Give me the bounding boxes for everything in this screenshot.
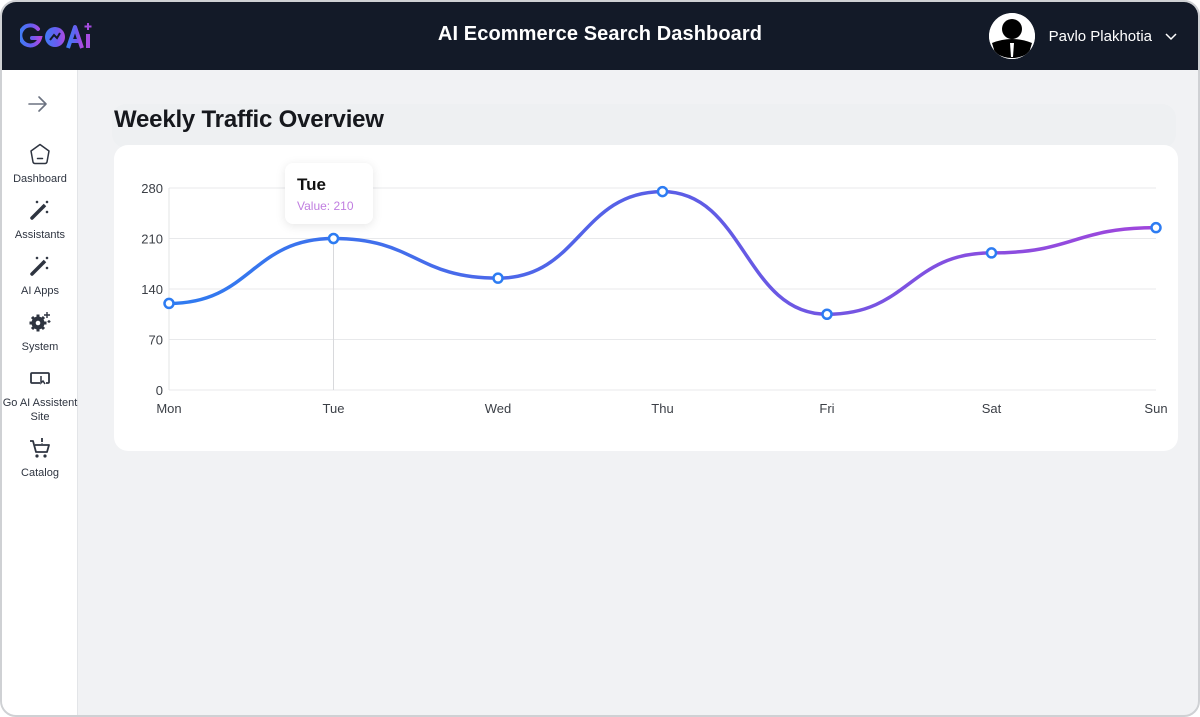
tooltip-title: Tue	[297, 175, 326, 194]
x-tick-label: Wed	[485, 401, 512, 416]
x-tick-label: Thu	[651, 401, 673, 416]
y-tick-label: 140	[141, 282, 163, 297]
x-tick-label: Mon	[156, 401, 181, 416]
chart-tooltip: Tue Value: 210	[285, 163, 373, 224]
user-menu[interactable]: Pavlo Plakhotia	[988, 12, 1178, 60]
top-bar: AI Ecommerce Search Dashboard Pavlo Plak…	[2, 2, 1198, 70]
magic-wand-icon	[28, 254, 52, 278]
data-point-wed	[492, 272, 504, 284]
sidebar-item-label: System	[21, 341, 59, 353]
main-content: Weekly Traffic Overview 0 70 140 210 280 Mon T…	[79, 70, 1198, 715]
sidebar-item-label: Go AI Assistent Site	[2, 397, 78, 423]
sidebar-item-go-ai-site[interactable]: Go AI Assistent Site	[2, 366, 78, 424]
sidebar: Dashboard Assistants AI Apps System Go A…	[2, 70, 78, 715]
x-tick-label: Tue	[323, 401, 345, 416]
magic-wand-icon	[28, 198, 52, 222]
sidebar-item-label: Catalog	[21, 467, 59, 479]
data-point-thu	[656, 185, 669, 198]
sidebar-item-system[interactable]: System	[2, 310, 78, 354]
section-title: Weekly Traffic Overview	[114, 106, 384, 133]
user-avatar-icon	[988, 13, 1035, 59]
avatar	[988, 13, 1035, 59]
traffic-chart-card: 0 70 140 210 280 Mon Tue Wed Thu Fri Sat Sun Tue Va…	[114, 145, 1178, 451]
y-tick-label: 210	[141, 232, 163, 247]
user-name: Pavlo Plakhotia	[1048, 27, 1152, 45]
y-tick-label: 70	[149, 333, 163, 348]
x-tick-label: Sun	[1144, 401, 1167, 416]
home-pentagon-icon	[28, 142, 52, 166]
data-point-sun	[1150, 221, 1162, 234]
sidebar-item-catalog[interactable]: Catalog	[2, 436, 78, 480]
sidebar-item-label: Dashboard	[13, 173, 67, 185]
y-tick-label: 0	[156, 383, 163, 398]
gear-sparkle-icon	[28, 310, 52, 334]
sidebar-item-assistants[interactable]: Assistants	[2, 198, 78, 242]
x-tick-label: Fri	[819, 401, 834, 416]
data-point-sat	[985, 247, 998, 259]
tooltip-value: Value: 210	[297, 199, 354, 213]
app-window: AI Ecommerce Search Dashboard Pavlo Plak…	[0, 0, 1200, 717]
traffic-line-chart[interactable]: 0 70 140 210 280 Mon Tue Wed Thu Fri Sat Sun	[114, 145, 1178, 451]
browser-cursor-icon	[28, 366, 52, 390]
arrow-right-icon	[28, 96, 47, 112]
sidebar-item-ai-apps[interactable]: AI Apps	[2, 254, 78, 298]
data-point-mon	[163, 297, 175, 310]
sidebar-toggle-button[interactable]	[26, 92, 50, 116]
sidebar-item-dashboard[interactable]: Dashboard	[2, 142, 78, 186]
data-point-fri	[821, 308, 833, 320]
sidebar-item-label: Assistants	[14, 229, 66, 241]
sidebar-item-label: AI Apps	[21, 285, 59, 297]
data-point-tue	[327, 232, 340, 245]
chevron-down-icon[interactable]	[1164, 29, 1178, 43]
cart-icon	[28, 436, 52, 460]
sidebar-nav: Dashboard Assistants AI Apps System Go A…	[2, 142, 78, 492]
x-tick-label: Sat	[982, 401, 1002, 416]
y-tick-label: 280	[141, 181, 163, 196]
